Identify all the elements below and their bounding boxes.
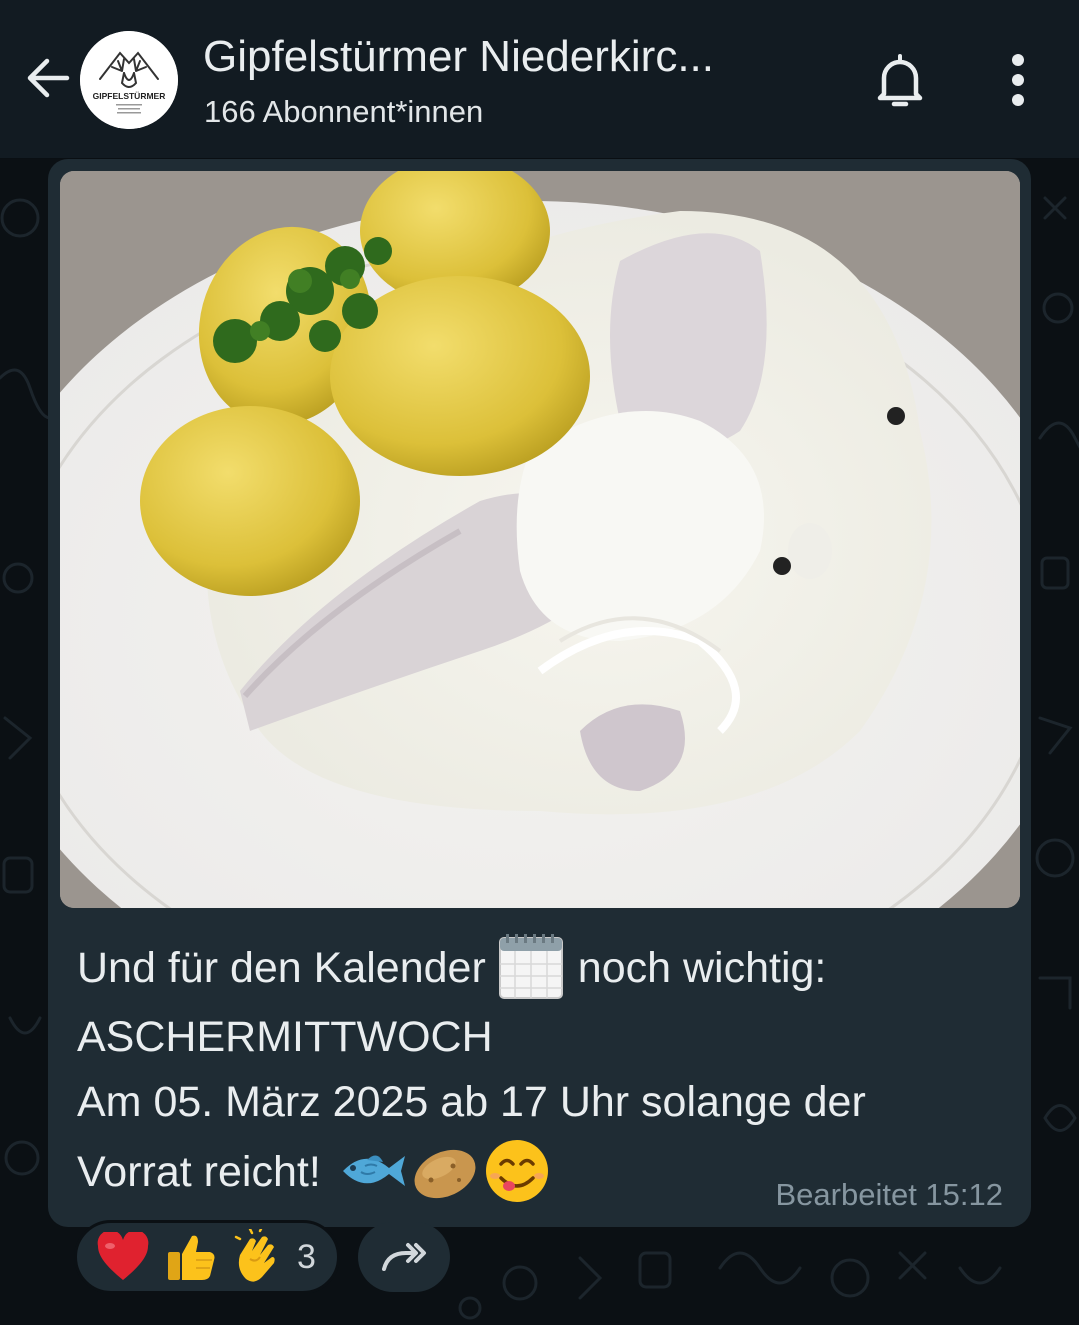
message-caption: Und für den Kalender noch wichtig: ASCHE… (77, 931, 1007, 1209)
smiling-face-emoji-icon (485, 1139, 548, 1202)
caption-text: noch wichtig: (577, 944, 827, 992)
reactions-bar[interactable]: 3 (74, 1220, 340, 1294)
forward-button[interactable] (358, 1222, 450, 1292)
fish-emoji-icon (342, 1155, 405, 1186)
channel-avatar[interactable]: GIPFELSTÜRMER (80, 31, 178, 129)
heart-reaction[interactable] (89, 1227, 157, 1287)
thumbs-up-reaction[interactable] (157, 1227, 225, 1287)
channel-header: GIPFELSTÜRMER Gipfelstürmer Niederkirc..… (0, 0, 1079, 159)
message-photo[interactable] (60, 171, 1020, 908)
potato-emoji-icon (414, 1149, 476, 1198)
arrow-left-icon (27, 58, 70, 98)
message-bubble[interactable]: Und für den Kalender noch wichtig: ASCHE… (48, 159, 1031, 1227)
caption-text: Vorrat reicht! (77, 1148, 321, 1196)
channel-title[interactable]: Gipfelstürmer Niederkirc... (203, 30, 833, 84)
back-button[interactable] (18, 48, 78, 108)
caption-line-2: ASCHERMITTWOCH (77, 1013, 493, 1061)
reaction-count: 3 (297, 1237, 316, 1276)
clapping-reaction[interactable] (225, 1227, 293, 1287)
caption-text: Und für den Kalender (77, 944, 486, 992)
heart-emoji-icon (97, 1232, 149, 1280)
food-photo-image (60, 171, 1020, 908)
svg-text:GIPFELSTÜRMER: GIPFELSTÜRMER (93, 91, 166, 101)
caption-line-1: Und für den Kalender noch wichtig: (77, 931, 1007, 1005)
clapping-hands-emoji-icon (234, 1229, 275, 1282)
deer-logo-icon: GIPFELSTÜRMER (80, 31, 178, 129)
caption-line-3: Am 05. März 2025 ab 17 Uhr solange der (77, 1078, 866, 1126)
message-timestamp: Bearbeitet 15:12 (775, 1177, 1003, 1212)
more-options-button[interactable] (990, 46, 1046, 114)
calendar-emoji-icon (498, 933, 563, 999)
channel-screen: GIPFELSTÜRMER Gipfelstürmer Niederkirc..… (0, 0, 1079, 1325)
notification-button[interactable] (866, 44, 934, 116)
bell-icon (877, 54, 923, 107)
thumbs-up-emoji-icon (168, 1235, 215, 1280)
more-vertical-icon (1012, 54, 1024, 106)
subscriber-count: 166 Abonnent*innen (204, 94, 484, 129)
forward-icon (382, 1243, 426, 1271)
